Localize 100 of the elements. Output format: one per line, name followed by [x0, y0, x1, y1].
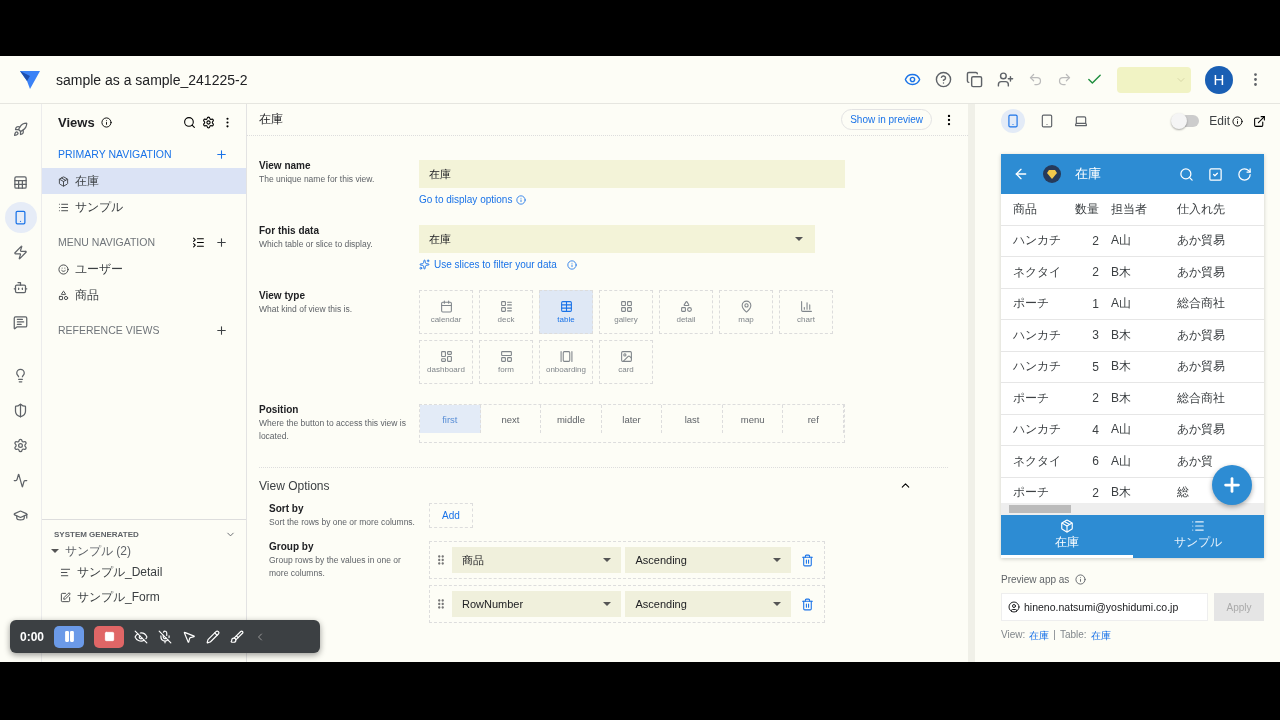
table-icon [559, 300, 573, 313]
column-select[interactable]: RowNumber [451, 591, 622, 617]
position-option[interactable]: middle [541, 405, 602, 433]
view-type-option[interactable]: deck [479, 290, 533, 334]
field-label: Preview app as [1001, 574, 1070, 585]
view-type-option[interactable]: map [719, 290, 773, 334]
graduation-cap-icon [13, 508, 28, 523]
table-cell-text: ハンカチ [1012, 326, 1062, 344]
copy-icon[interactable] [966, 71, 983, 88]
table-cell-text: 4 [1091, 422, 1100, 437]
position-option[interactable]: menu [722, 405, 784, 433]
info-icon [1232, 115, 1243, 127]
table-cell-text: 6 [1091, 454, 1100, 469]
slices-link[interactable]: Use slices to filter your data [419, 259, 815, 270]
nav-item[interactable]: 在庫 [42, 168, 246, 194]
bottom-nav-item[interactable]: 在庫 [1001, 515, 1133, 558]
field-label: View name [259, 160, 312, 171]
add-icon[interactable] [215, 235, 228, 249]
column-select[interactable]: 商品 [451, 547, 622, 573]
field-hint: The unique name for this view. [259, 173, 376, 186]
device-button[interactable] [1001, 109, 1025, 133]
open-external-icon[interactable] [1253, 114, 1266, 128]
table-row[interactable]: ハンカチ 5 B木 あか貿易 [1001, 351, 1264, 383]
rail-button[interactable] [4, 202, 37, 233]
preview-icon[interactable] [904, 71, 921, 88]
brush-icon[interactable] [230, 629, 245, 644]
section-heading: MENU NAVIGATION [58, 236, 157, 248]
bottom-nav-item[interactable]: サンプル [1132, 515, 1264, 558]
position-option[interactable]: next [480, 405, 542, 433]
order-select[interactable]: Ascending [625, 547, 792, 573]
search-icon[interactable] [183, 115, 196, 129]
table-cell-text: B木 [1110, 263, 1132, 281]
view-type-option[interactable]: onboarding [539, 340, 593, 384]
position-option[interactable]: later [601, 405, 663, 433]
view-type-option[interactable]: table [539, 290, 593, 334]
select-icon[interactable] [1208, 166, 1223, 182]
view-type-option[interactable]: card [599, 340, 653, 384]
nav-item[interactable]: 商品 [42, 282, 246, 308]
list-icon [58, 201, 69, 213]
footer-label: View: [1001, 629, 1026, 642]
back-icon[interactable] [1013, 166, 1029, 182]
section-heading: PRIMARY NAVIGATION [58, 148, 173, 160]
field-label: Sort by [269, 503, 305, 514]
pencil-icon[interactable] [206, 629, 221, 644]
display-options-link[interactable]: Go to display options [419, 194, 845, 205]
pointer-icon[interactable] [182, 629, 197, 644]
pause-button[interactable] [54, 625, 85, 648]
avatar[interactable]: H [1205, 65, 1233, 94]
table-cell-text: 2 [1091, 485, 1100, 500]
delete-icon[interactable] [801, 597, 814, 611]
calendar-icon [439, 300, 453, 313]
panel-title: Views [58, 114, 95, 130]
view-type-option[interactable]: detail [659, 290, 713, 334]
table-row[interactable]: ポーチ 1 A山 総合商社 [1001, 288, 1264, 320]
nav-item[interactable]: サンプル_Form [42, 585, 246, 610]
order-select[interactable]: Ascending [625, 591, 792, 617]
tree-group[interactable]: サンプル (2) [42, 542, 246, 560]
add-fab[interactable] [1212, 465, 1252, 505]
add-icon[interactable] [215, 323, 228, 337]
add-user-icon[interactable] [997, 71, 1014, 88]
view-type-option[interactable]: gallery [599, 290, 653, 334]
table-cell-text: あか貿易 [1176, 263, 1226, 281]
view-type-option[interactable]: dashboard [419, 340, 473, 384]
view-type-option[interactable]: calendar [419, 290, 473, 334]
nav-item[interactable]: ユーザー [42, 256, 246, 282]
footer-label: Table: [1059, 629, 1087, 642]
table-row[interactable]: ポーチ 2 B木 総合商社 [1001, 383, 1264, 415]
add-icon[interactable] [215, 147, 228, 161]
view-link[interactable]: 在庫 [1029, 629, 1050, 643]
position-option[interactable]: ref [783, 405, 845, 433]
data-select[interactable]: 在庫 [419, 225, 815, 253]
view-type-option[interactable]: chart [779, 290, 833, 334]
column-header: 仕入れ先 [1176, 200, 1226, 218]
edit-toggle[interactable] [1173, 115, 1200, 127]
refresh-icon[interactable] [1237, 166, 1252, 182]
table-row[interactable]: ハンカチ 3 B木 あか貿易 [1001, 320, 1264, 352]
table-row[interactable]: ハンカチ 4 A山 あか貿易 [1001, 414, 1264, 446]
help-icon[interactable] [935, 71, 952, 88]
nav-item[interactable]: サンプル_Detail [42, 560, 246, 585]
camera-off-icon[interactable] [134, 629, 149, 644]
caret-icon [603, 602, 612, 606]
field-label: Group by [269, 541, 315, 552]
mic-off-icon[interactable] [158, 629, 173, 644]
view-name-field[interactable]: 在庫 [419, 160, 845, 188]
table-row[interactable]: ハンカチ 2 A山 あか貿易 [1001, 225, 1264, 257]
view-type-option[interactable]: form [479, 340, 533, 384]
collapse-list-icon[interactable] [192, 235, 205, 249]
table-cell-text: ポーチ [1012, 484, 1050, 502]
stop-button[interactable] [94, 625, 125, 648]
delete-icon[interactable] [801, 553, 814, 567]
settings-icon[interactable] [202, 115, 215, 129]
table-row[interactable]: ネクタイ 2 B木 あか貿易 [1001, 257, 1264, 289]
field-label: View type [259, 290, 306, 301]
app-bar-title: 在庫 [1075, 165, 1102, 183]
table-cell-text: あか貿易 [1176, 326, 1226, 344]
nav-item[interactable]: サンプル [42, 194, 246, 220]
position-option[interactable]: last [662, 405, 723, 433]
info-icon [100, 116, 112, 128]
add-button[interactable]: Add [429, 503, 473, 528]
table-link[interactable]: 在庫 [1090, 629, 1111, 643]
